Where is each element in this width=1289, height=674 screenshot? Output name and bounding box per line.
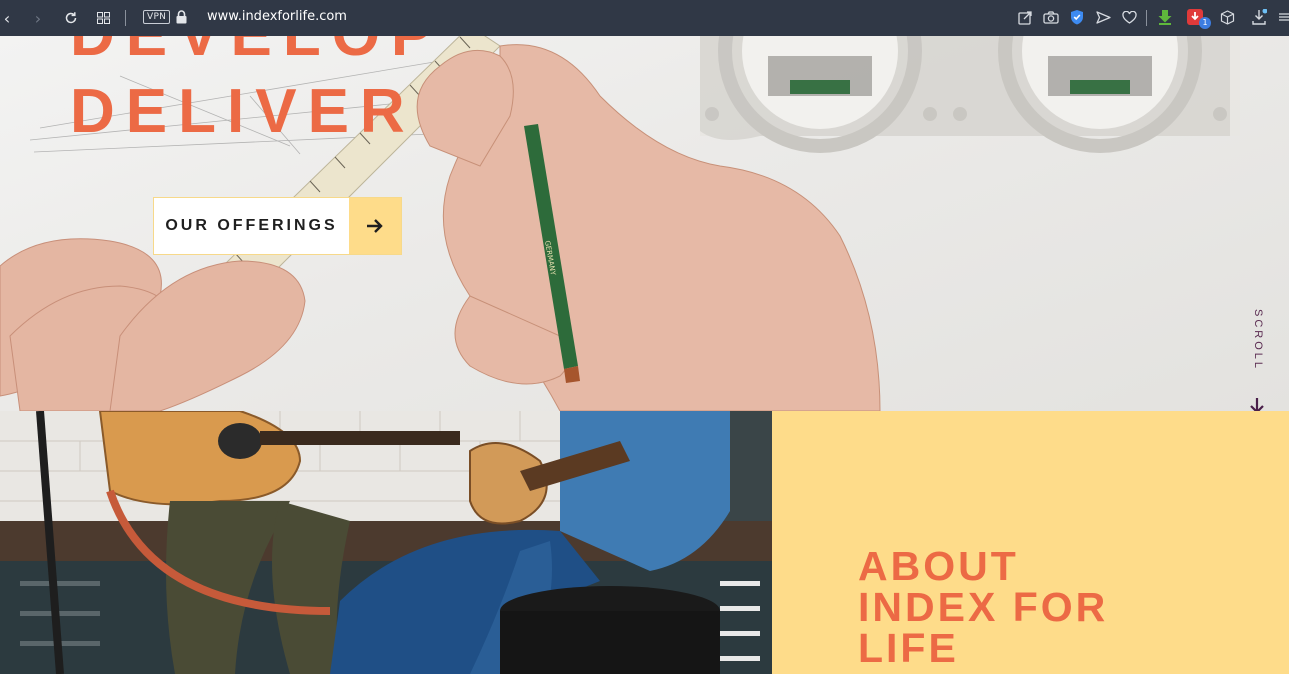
downloads-icon[interactable] — [1250, 8, 1268, 26]
toolbar-divider — [125, 10, 126, 26]
forward-icon[interactable]: › — [28, 0, 48, 36]
about-title-line-2: INDEX FOR — [858, 584, 1109, 630]
our-offerings-label: OUR OFFERINGS — [165, 217, 338, 234]
back-icon[interactable]: ‹ — [0, 0, 14, 36]
vpn-badge[interactable]: VPN — [143, 10, 171, 24]
share-icon[interactable] — [1016, 8, 1034, 26]
menu-icon[interactable] — [1278, 8, 1289, 26]
tabs-grid-icon[interactable] — [93, 0, 113, 36]
lock-icon[interactable] — [176, 10, 187, 24]
hero-heading-develop: DEVELOP — [70, 36, 443, 66]
camera-icon[interactable] — [1042, 8, 1060, 26]
guitar-lesson-photo — [0, 411, 772, 674]
browser-toolbar: ‹ › VPN www.indexforlife.com 1 — [0, 0, 1289, 36]
scroll-label[interactable]: SCROLL — [1252, 309, 1264, 371]
heart-icon[interactable] — [1120, 8, 1138, 26]
url-host: www.indexforlife.com — [207, 9, 347, 24]
box-icon[interactable] — [1218, 8, 1236, 26]
about-section: ABOUT INDEX FOR LIFE — [772, 411, 1289, 674]
hero-section: GERMANY DEVELOP DELIVER OUR OFFERINGS SC… — [0, 36, 1289, 411]
about-title-line-1: ABOUT — [858, 543, 1019, 589]
download-arrow-icon[interactable] — [1156, 8, 1174, 26]
notification-badge: 1 — [1199, 17, 1211, 29]
scroll-down-arrow-icon[interactable] — [1248, 397, 1266, 411]
hero-heading-deliver: DELIVER — [70, 77, 416, 146]
about-title-line-3: LIFE — [858, 625, 959, 671]
our-offerings-button[interactable]: OUR OFFERINGS — [153, 197, 402, 255]
toolbar-divider — [1146, 10, 1147, 26]
send-icon[interactable] — [1094, 8, 1112, 26]
shield-icon[interactable] — [1068, 8, 1086, 26]
reload-icon[interactable] — [61, 0, 81, 36]
arrow-right-icon — [349, 198, 401, 254]
about-title: ABOUT INDEX FOR LIFE — [858, 546, 1278, 669]
address-bar[interactable]: www.indexforlife.com — [207, 9, 347, 24]
